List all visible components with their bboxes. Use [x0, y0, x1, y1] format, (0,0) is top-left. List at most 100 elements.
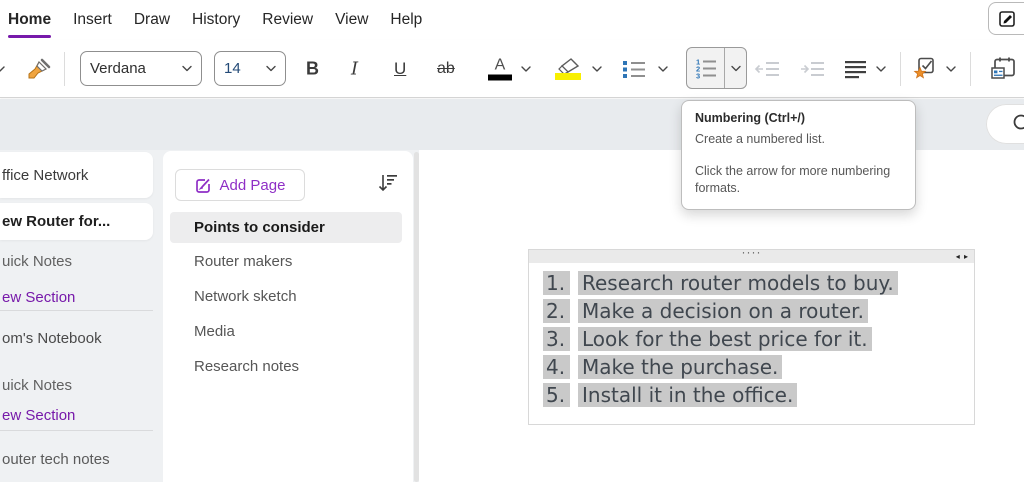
- chevron-down-icon[interactable]: [658, 65, 668, 72]
- format-painter-icon: [28, 58, 51, 78]
- pen-in-square-icon: [999, 10, 1015, 27]
- sidebar-item-toms-notebook[interactable]: om's Notebook: [2, 330, 102, 347]
- section-label: ew Router for...: [2, 213, 111, 230]
- meeting-details-icon: [991, 57, 1015, 79]
- toolbar-divider: [64, 52, 65, 86]
- svg-text:3: 3: [696, 72, 700, 80]
- tab-insert[interactable]: Insert: [62, 0, 123, 40]
- list-text[interactable]: Make a decision on a router.: [578, 299, 868, 323]
- sort-pages-button[interactable]: [373, 169, 401, 197]
- chevron-down-icon: [730, 65, 741, 71]
- bold-button[interactable]: B: [306, 58, 319, 79]
- tooltip-title: Numbering (Ctrl+/): [695, 111, 806, 125]
- italic-button[interactable]: I: [351, 58, 358, 79]
- notebook-label: ffice Network: [2, 166, 89, 184]
- notebook-card-office-network[interactable]: ffice Network: [0, 152, 153, 198]
- tab-view[interactable]: View: [324, 0, 379, 40]
- add-page-button[interactable]: Add Page: [175, 169, 305, 201]
- font-name-select[interactable]: Verdana: [80, 51, 202, 86]
- search-icon: [1013, 114, 1024, 130]
- sort-icon: [378, 175, 397, 192]
- tab-help[interactable]: Help: [379, 0, 433, 40]
- numbering-dropdown-arrow[interactable]: [724, 48, 746, 88]
- meeting-details-button[interactable]: [990, 56, 1018, 82]
- section-card-new-router[interactable]: ew Router for...: [0, 203, 153, 240]
- toolbar-divider: [900, 52, 901, 86]
- chevron-down-icon[interactable]: [876, 65, 886, 72]
- chevron-down-icon[interactable]: [946, 65, 956, 72]
- underline-button[interactable]: U: [394, 59, 406, 79]
- page-item-router-makers[interactable]: Router makers: [194, 253, 292, 270]
- chevron-down-icon[interactable]: [592, 65, 602, 72]
- list-text[interactable]: Make the purchase.: [578, 355, 783, 379]
- drag-handle-dots[interactable]: ····: [742, 246, 762, 259]
- todo-tag-button[interactable]: [913, 57, 939, 81]
- page-item-media[interactable]: Media: [194, 323, 235, 340]
- list-item: 2. Make a decision on a router.: [543, 299, 974, 323]
- sidebar-item-quick-notes-2[interactable]: uick Notes: [2, 377, 72, 394]
- font-size-value: 14: [224, 60, 241, 77]
- numbering-split-button: 1 2 3: [686, 47, 747, 89]
- sidebar-item-router-tech-notes[interactable]: outer tech notes: [2, 451, 110, 468]
- strikethrough-button[interactable]: ab: [437, 60, 455, 78]
- tooltip-body-1: Create a numbered list.: [695, 132, 825, 146]
- add-page-label: Add Page: [219, 176, 286, 194]
- page-title: Points to consider: [194, 219, 325, 236]
- sidebar-item-quick-notes[interactable]: uick Notes: [2, 253, 72, 270]
- tab-history-label: History: [192, 11, 241, 28]
- align-icon: [845, 60, 866, 78]
- decrease-indent-button[interactable]: [754, 59, 780, 79]
- chevron-down-icon: [182, 65, 192, 72]
- decrease-indent-icon: [754, 61, 779, 76]
- edit-mode-button[interactable]: [988, 2, 1024, 35]
- highlighter-icon: [554, 57, 582, 80]
- numbered-list: 1. Research router models to buy. 2. Make …: [529, 263, 974, 407]
- pages-panel: Add Page Points to consider Router maker…: [163, 151, 413, 482]
- page-item-points-to-consider[interactable]: Points to consider: [170, 212, 402, 243]
- menu-bar: Home Insert Draw History Review View Hel…: [0, 0, 1024, 40]
- highlighter-button[interactable]: [554, 57, 582, 80]
- search-box[interactable]: [986, 104, 1024, 144]
- tab-draw[interactable]: Draw: [123, 0, 181, 40]
- note-container-header[interactable]: ···· ◂ ▸: [529, 246, 974, 263]
- numbering-button[interactable]: 1 2 3: [687, 48, 724, 88]
- sidebar-item-new-section[interactable]: ew Section: [2, 289, 75, 306]
- numbering-tooltip: Numbering (Ctrl+/) Create a numbered lis…: [681, 100, 916, 210]
- chevron-down-icon: [266, 65, 276, 72]
- alignment-button[interactable]: [844, 59, 868, 79]
- tab-history[interactable]: History: [181, 0, 251, 40]
- list-number: 1.: [543, 271, 570, 295]
- page-item-research-notes[interactable]: Research notes: [194, 358, 299, 375]
- note-container[interactable]: ···· ◂ ▸ 1. Research router models to buy…: [528, 246, 975, 425]
- tab-view-label: View: [335, 11, 369, 28]
- todo-tag-icon: [913, 57, 934, 79]
- resize-arrows-icon[interactable]: ◂ ▸: [956, 250, 969, 263]
- chevron-down-icon[interactable]: [521, 65, 531, 72]
- page-item-network-sketch[interactable]: Network sketch: [194, 288, 297, 305]
- list-text[interactable]: Install it in the office.: [578, 383, 798, 407]
- tab-home[interactable]: Home: [0, 0, 62, 40]
- list-number: 3.: [543, 327, 570, 351]
- numbering-icon: 1 2 3: [696, 58, 716, 80]
- chevron-down-icon[interactable]: [0, 65, 5, 72]
- list-item: 1. Research router models to buy.: [543, 271, 974, 295]
- tab-home-label: Home: [8, 11, 52, 28]
- font-name-value: Verdana: [90, 60, 146, 77]
- add-page-icon: [195, 178, 210, 193]
- increase-indent-button[interactable]: [799, 59, 825, 79]
- bullets-icon: [623, 60, 645, 78]
- bullets-button[interactable]: [620, 59, 648, 79]
- list-item: 5. Install it in the office.: [543, 383, 974, 407]
- tab-review[interactable]: Review: [251, 0, 324, 40]
- list-text[interactable]: Research router models to buy.: [578, 271, 898, 295]
- active-tab-underline: [8, 35, 52, 38]
- sidebar-item-new-section-2[interactable]: ew Section: [2, 407, 75, 424]
- list-text[interactable]: Look for the best price for it.: [578, 327, 872, 351]
- font-color-button[interactable]: A: [488, 57, 512, 80]
- tab-review-label: Review: [262, 11, 314, 28]
- font-size-select[interactable]: 14: [214, 51, 286, 86]
- format-painter-button[interactable]: [26, 56, 52, 82]
- sidebar-divider: [0, 310, 153, 311]
- tab-draw-label: Draw: [133, 11, 171, 28]
- tab-insert-label: Insert: [73, 11, 112, 28]
